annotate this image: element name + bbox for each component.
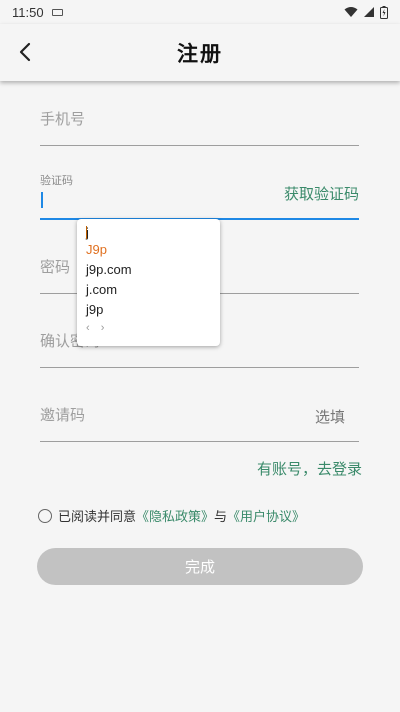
- user-agreement-link[interactable]: 《用户协议》: [227, 506, 305, 525]
- login-link[interactable]: 有账号，去登录: [257, 458, 362, 479]
- suggestion-item[interactable]: j9p.com: [86, 260, 220, 280]
- typed-text: j: [86, 225, 220, 240]
- suggestion-nav-arrows[interactable]: ‹ ›: [86, 320, 220, 336]
- page-title: 注册: [177, 41, 223, 66]
- optional-hint: 选填: [314, 408, 345, 426]
- agreement-row: 已阅读并同意 《隐私政策》 与 《用户协议》: [38, 506, 305, 525]
- code-floating-label: 验证码: [40, 174, 73, 187]
- invite-code-field[interactable]: 邀请码 选填: [40, 396, 359, 442]
- invite-code-placeholder: 邀请码: [40, 406, 86, 424]
- agreement-and: 与: [214, 510, 228, 525]
- privacy-policy-link[interactable]: 《隐私政策》: [136, 506, 214, 525]
- suggestion-item[interactable]: J9p: [86, 240, 220, 260]
- status-time: 11:50: [12, 4, 44, 20]
- battery-icon: [380, 5, 388, 19]
- autocomplete-popup: j J9p j9p.com j.com j9p ‹ ›: [77, 219, 220, 346]
- suggestion-item[interactable]: j9p: [86, 300, 220, 320]
- text-cursor: [41, 192, 43, 208]
- agree-checkbox[interactable]: [38, 508, 52, 523]
- signal-icon: [364, 7, 374, 17]
- suggestion-item[interactable]: j.com: [86, 280, 220, 300]
- verification-code-field[interactable]: 验证码 获取验证码: [40, 172, 359, 220]
- submit-button[interactable]: 完成: [37, 548, 363, 585]
- wifi-icon: [344, 7, 358, 17]
- back-button[interactable]: [14, 40, 36, 64]
- phone-placeholder: 手机号: [40, 110, 86, 128]
- phone-field[interactable]: 手机号: [40, 100, 359, 146]
- app-bar: 注册: [0, 24, 400, 81]
- composing-caret: [86, 226, 87, 239]
- notification-icon: [51, 8, 63, 16]
- status-bar: 11:50: [0, 0, 400, 24]
- password-placeholder: 密码: [40, 258, 71, 276]
- get-code-button[interactable]: 获取验证码: [284, 183, 359, 204]
- agreement-prefix: 已阅读并同意: [58, 510, 137, 525]
- chevron-left-icon: [19, 42, 31, 62]
